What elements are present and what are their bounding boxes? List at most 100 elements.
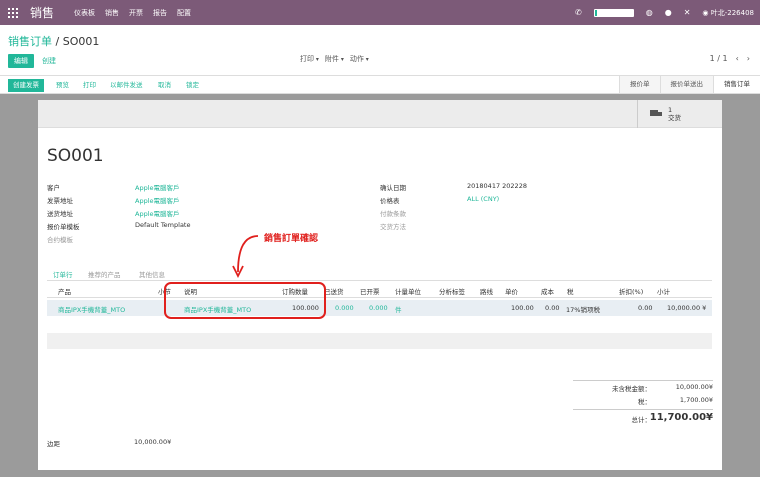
app-title: 销售 — [30, 6, 55, 20]
truck-icon — [650, 110, 662, 118]
apps-menu-icon[interactable] — [8, 7, 18, 18]
stage-quotation[interactable]: 报价单 — [619, 76, 660, 93]
search-bar[interactable] — [593, 8, 634, 17]
col-route[interactable]: 路线 — [480, 286, 493, 296]
globe-icon[interactable]: ◍ — [646, 8, 653, 17]
annotation-highlight — [164, 282, 326, 319]
action-dropdown[interactable]: 动作 — [350, 54, 369, 64]
user-name: 叶北-226408 — [710, 8, 754, 17]
cell-tax[interactable]: 17%销项税 — [566, 304, 600, 314]
stage-pipeline: 报价单 报价单送出 销售订单 — [619, 76, 760, 93]
breadcrumb-separator: / — [55, 35, 60, 48]
create-button[interactable]: 创建 — [42, 54, 56, 68]
menu-invoicing[interactable]: 开票 — [129, 8, 143, 18]
cell-invoiced[interactable]: 0.000 — [369, 304, 388, 312]
lock-button[interactable]: 锁定 — [186, 79, 199, 92]
stage-quotation-sent[interactable]: 报价单送出 — [659, 76, 713, 93]
quotation-template-value[interactable]: Default Template — [135, 221, 190, 229]
delivery-method-label: 交货方法 — [380, 223, 406, 231]
total-amount: 11,700.00¥ — [649, 412, 713, 423]
add-line-row[interactable] — [47, 333, 712, 349]
systray: ✆ ◍ ● ✕ ◉ 叶北-226408 — [575, 0, 754, 25]
delivery-count: 1 — [668, 106, 673, 114]
quotation-template-label: 报价单模板 — [47, 223, 80, 231]
chat-icon[interactable]: ● — [665, 8, 672, 17]
pager-value: 1 / 1 — [709, 54, 728, 63]
cell-cost[interactable]: 0.00 — [545, 304, 559, 312]
user-menu[interactable]: ◉ 叶北-226408 — [702, 8, 754, 18]
order-lines-header: 产品 小节 说明 订购数量 已送货 已开票 计量单位 分析标签 路线 单价 成本… — [47, 286, 712, 298]
untaxed-label: 未含税金额： — [612, 385, 651, 393]
cancel-button[interactable]: 取消 — [158, 79, 171, 92]
tab-recommended-products[interactable]: 推荐的产品 — [88, 269, 121, 279]
status-bar: 创建发票 预览 打印 以邮件发送 取消 锁定 报价单 报价单送出 销售订单 — [0, 75, 760, 94]
print-button[interactable]: 打印 — [83, 79, 96, 92]
cell-uom[interactable]: 件 — [395, 304, 402, 314]
confirmation-date-label: 确认日期 — [380, 184, 406, 192]
pricelist-label: 价格表 — [380, 197, 400, 205]
notebook-tabs: 订单行 推荐的产品 其他信息 — [47, 267, 712, 281]
form-sheet: 1 交货 SO001 客户 Apple電腦客戶 发票地址 Apple電腦客戶 送… — [38, 100, 722, 470]
phone-icon[interactable]: ✆ — [575, 8, 582, 17]
user-avatar-icon: ◉ — [702, 8, 709, 17]
customer-value[interactable]: Apple電腦客戶 — [135, 184, 180, 192]
contract-template-label: 合约模板 — [47, 236, 73, 244]
customer-label: 客户 — [47, 184, 60, 192]
margin-label: 边距 — [47, 440, 60, 448]
stage-sales-order[interactable]: 销售订单 — [713, 76, 760, 93]
tab-order-lines[interactable]: 订单行 — [53, 269, 73, 279]
col-tax[interactable]: 税 — [567, 286, 574, 296]
send-email-button[interactable]: 以邮件发送 — [110, 79, 143, 92]
table-row[interactable]: 商品IPX手機背蓋_MTO 商品IPX手機背蓋_MTO 100.000 0.00… — [47, 300, 712, 316]
pager-prev-icon[interactable]: ‹ — [736, 54, 739, 63]
tax-label: 税： — [638, 398, 651, 406]
button-box: 1 交货 — [38, 100, 722, 128]
delivery-smart-button[interactable]: 1 交货 — [637, 100, 722, 128]
cell-delivered[interactable]: 0.000 — [335, 304, 354, 312]
tax-amount: 1,700.00¥ — [679, 396, 713, 404]
main-menu: 仪表板 销售 开票 报告 配置 — [74, 8, 191, 18]
col-analytic-tags[interactable]: 分析标签 — [439, 286, 465, 296]
col-delivered[interactable]: 已送货 — [324, 286, 344, 296]
annotation-text: 銷售訂單確認 — [264, 234, 319, 244]
pricelist-value[interactable]: ALL (CNY) — [467, 195, 499, 203]
print-dropdown[interactable]: 打印 — [300, 54, 319, 64]
action-dropdowns: 打印 附件 动作 — [300, 54, 369, 64]
invoice-address-value[interactable]: Apple電腦客戶 — [135, 197, 180, 205]
col-discount[interactable]: 折扣(%) — [619, 286, 643, 296]
edit-button[interactable]: 编辑 — [8, 54, 34, 68]
col-cost[interactable]: 成本 — [541, 286, 554, 296]
cell-product[interactable]: 商品IPX手機背蓋_MTO — [58, 304, 125, 314]
confirmation-date-value[interactable]: 20180417 202228 — [467, 182, 527, 190]
menu-reports[interactable]: 报告 — [153, 8, 167, 18]
attachment-dropdown[interactable]: 附件 — [325, 54, 344, 64]
breadcrumb-current: SO001 — [62, 35, 100, 48]
cell-unit-price[interactable]: 100.00 — [511, 304, 534, 312]
top-navbar: 销售 仪表板 销售 开票 报告 配置 ✆ ◍ ● ✕ ◉ 叶北-226408 — [0, 0, 760, 25]
tab-other-info[interactable]: 其他信息 — [139, 269, 165, 279]
col-invoiced[interactable]: 已开票 — [360, 286, 380, 296]
close-icon[interactable]: ✕ — [684, 8, 691, 17]
menu-config[interactable]: 配置 — [177, 8, 191, 18]
col-product[interactable]: 产品 — [58, 286, 71, 296]
total-label: 总计： — [631, 416, 652, 424]
delivery-address-label: 送货地址 — [47, 210, 73, 218]
col-uom[interactable]: 计量单位 — [395, 286, 421, 296]
col-unit-price[interactable]: 单价 — [505, 286, 518, 296]
cell-subtotal[interactable]: 10,000.00 ¥ — [667, 304, 706, 312]
cell-discount[interactable]: 0.00 — [638, 304, 652, 312]
delivery-address-value[interactable]: Apple電腦客戶 — [135, 210, 180, 218]
margin-value: 10,000.00¥ — [134, 438, 172, 446]
menu-dashboard[interactable]: 仪表板 — [74, 8, 95, 18]
breadcrumb: 销售订单 / SO001 — [8, 33, 99, 49]
breadcrumb-parent[interactable]: 销售订单 — [8, 35, 52, 48]
payment-terms-label: 付款条款 — [380, 210, 406, 218]
untaxed-amount: 10,000.00¥ — [675, 383, 713, 391]
pager-next-icon[interactable]: › — [747, 54, 750, 63]
preview-button[interactable]: 预览 — [56, 79, 69, 92]
order-title: SO001 — [47, 146, 104, 166]
menu-sales[interactable]: 销售 — [105, 8, 119, 18]
margin-row: 边距 10,000.00¥ — [47, 438, 171, 448]
create-invoice-button[interactable]: 创建发票 — [8, 79, 44, 92]
col-subtotal[interactable]: 小计 — [657, 286, 670, 296]
